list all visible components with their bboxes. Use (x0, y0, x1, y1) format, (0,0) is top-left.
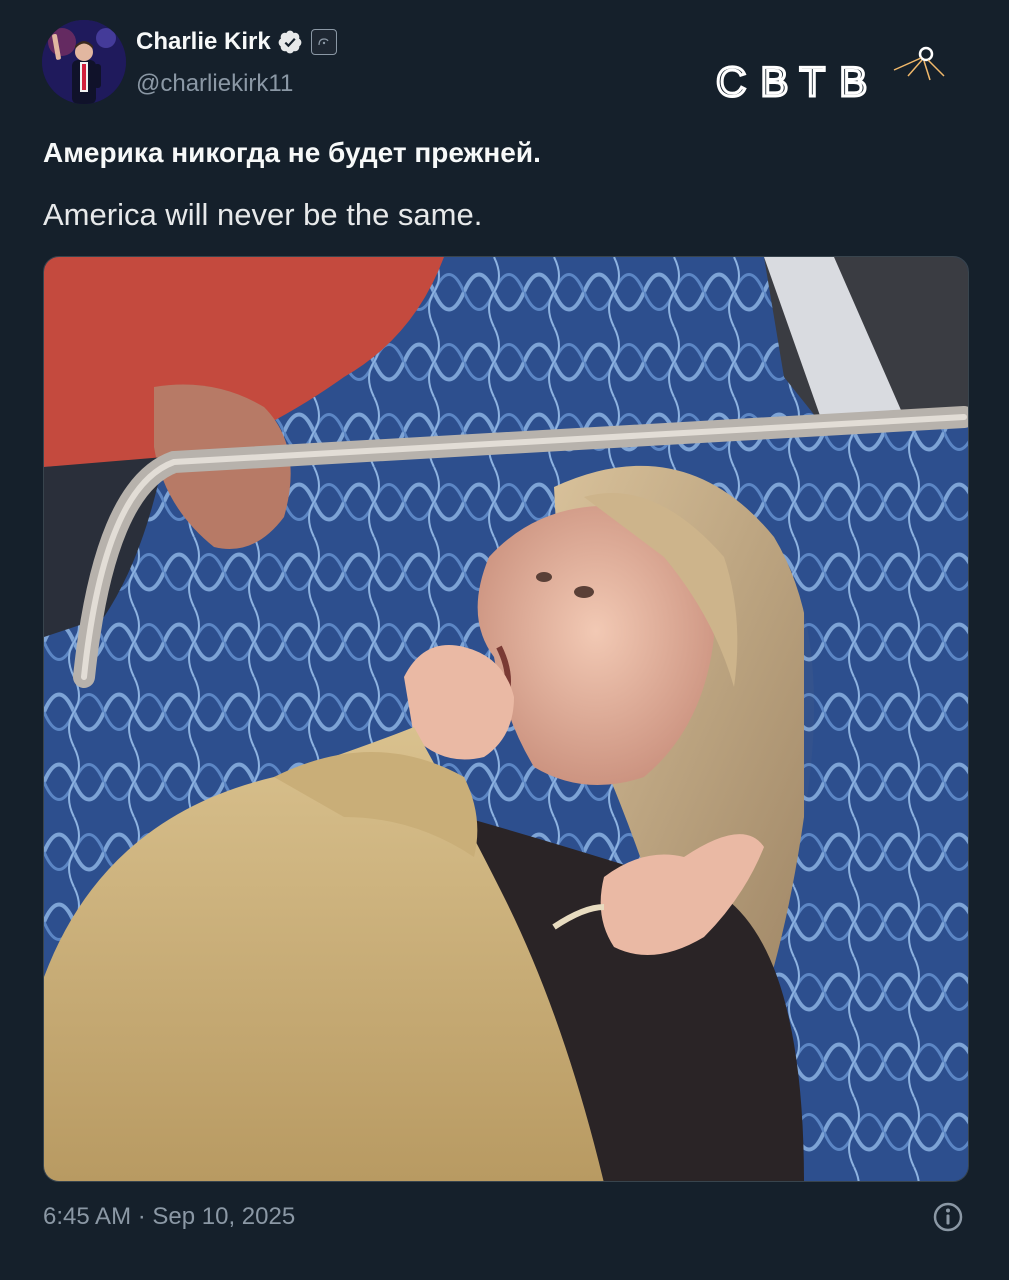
tweet-timestamp[interactable]: 6:45 AM · Sep 10, 2025 (43, 1203, 295, 1231)
watermark-logo: СВТВ (715, 46, 945, 107)
author-avatar[interactable] (42, 20, 126, 104)
author-name-row: Charlie Kirk (136, 28, 337, 56)
watermark-text: СВТВ (716, 58, 881, 105)
avatar-image (42, 20, 126, 104)
tweet-translation: America will never be the same. (43, 197, 483, 232)
author-name[interactable]: Charlie Kirk (136, 28, 271, 56)
affiliate-badge-icon[interactable] (310, 29, 337, 55)
tweet-media-photo[interactable] (43, 256, 969, 1182)
photo-woman-on-train (44, 257, 968, 1181)
info-icon[interactable] (930, 1199, 966, 1235)
author-handle[interactable]: @charliekirk11 (136, 70, 293, 98)
sputnik-icon (893, 46, 945, 81)
tweet-card: Charlie Kirk @charliekirk11 СВТВ Америка… (0, 0, 1009, 1280)
verified-badge-icon[interactable] (277, 29, 303, 55)
channel-watermark: СВТВ (712, 32, 962, 112)
tweet-text: Америка никогда не будет прежней. (43, 137, 541, 168)
